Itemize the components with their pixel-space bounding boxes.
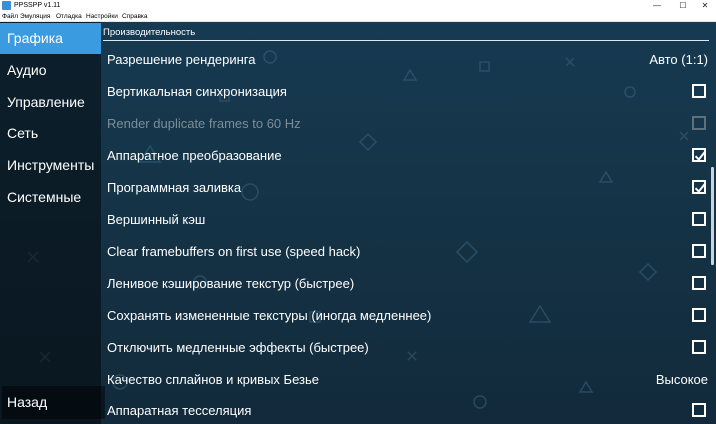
sidebar-item-audio[interactable]: Аудио (0, 55, 101, 86)
menu-emulation[interactable]: Эмуляция (20, 11, 50, 22)
checkbox (692, 116, 706, 130)
sidebar-item-controls[interactable]: Управление (0, 87, 101, 118)
scrollbar[interactable] (711, 167, 714, 265)
checkmark-icon (694, 183, 706, 193)
setting-value: Высокое (655, 372, 708, 387)
checkmark-icon (694, 151, 706, 161)
setting-render-duplicate-frames: Render duplicate frames to 60 Hz (103, 108, 711, 139)
section-divider (103, 40, 709, 41)
setting-hardware-tessellation[interactable]: Аппаратная тесселяция (103, 395, 711, 424)
settings-screen: Графика Аудио Управление Сеть Инструмент… (0, 22, 716, 424)
ppsspp-app-icon (2, 1, 11, 10)
menu-help[interactable]: Справка (122, 11, 148, 22)
title-bar: PPSSPP v1.11 — ☐ ✕ (0, 0, 716, 11)
setting-label: Clear framebuffers on first use (speed h… (107, 244, 361, 259)
setting-label: Аппаратное преобразование (107, 148, 282, 163)
setting-label: Render duplicate frames to 60 Hz (107, 116, 301, 131)
checkbox[interactable] (692, 340, 706, 354)
sidebar: Графика Аудио Управление Сеть Инструмент… (0, 22, 101, 424)
setting-disable-slow-effects[interactable]: Отключить медленные эффекты (быстрее) (103, 332, 711, 363)
setting-value: Авто (1:1) (649, 52, 708, 67)
setting-label: Программная заливка (107, 180, 242, 195)
menu-file[interactable]: Файл (2, 11, 18, 22)
checkbox[interactable] (692, 276, 706, 290)
setting-label: Разрешение рендеринга (107, 52, 256, 67)
setting-lazy-texture-caching[interactable]: Ленивое кэширование текстур (быстрее) (103, 268, 711, 299)
setting-vsync[interactable]: Вертикальная синхронизация (103, 76, 711, 107)
setting-label: Вершинный кэш (107, 212, 206, 227)
setting-label: Вертикальная синхронизация (107, 84, 287, 99)
sidebar-item-network[interactable]: Сеть (0, 118, 101, 149)
setting-label: Качество сплайнов и кривых Безье (107, 372, 319, 387)
setting-spline-bezier-quality[interactable]: Качество сплайнов и кривых Безье Высокое (103, 364, 711, 395)
checkbox[interactable] (692, 212, 706, 226)
back-button[interactable]: Назад (2, 386, 105, 419)
setting-vertex-cache[interactable]: Вершинный кэш (103, 204, 711, 235)
checkbox[interactable] (692, 308, 706, 322)
checkbox[interactable] (692, 403, 706, 417)
sidebar-item-graphics[interactable]: Графика (0, 23, 101, 54)
minimize-button[interactable]: — (646, 0, 668, 11)
setting-rendering-resolution[interactable]: Разрешение рендеринга Авто (1:1) (103, 44, 711, 75)
checkbox[interactable] (692, 244, 706, 258)
menu-bar: Файл Эмуляция Отладка Настройки Справка (0, 11, 716, 22)
checkbox[interactable] (692, 84, 706, 98)
sidebar-item-tools[interactable]: Инструменты (0, 150, 101, 181)
setting-label: Сохранять измененные текстуры (иногда ме… (107, 308, 432, 323)
section-title: Производительность (103, 27, 196, 38)
setting-label: Отключить медленные эффекты (быстрее) (107, 340, 369, 355)
close-button[interactable]: ✕ (694, 0, 716, 11)
maximize-button[interactable]: ☐ (672, 0, 694, 11)
setting-label: Аппаратная тесселяция (107, 403, 252, 418)
checkbox[interactable] (692, 148, 706, 162)
setting-clear-framebuffers[interactable]: Clear framebuffers on first use (speed h… (103, 236, 711, 267)
setting-software-skinning[interactable]: Программная заливка (103, 172, 711, 203)
sidebar-item-system[interactable]: Системные (0, 182, 101, 213)
window-title: PPSSPP v1.11 (14, 2, 61, 9)
setting-label: Ленивое кэширование текстур (быстрее) (107, 276, 355, 291)
checkbox[interactable] (692, 180, 706, 194)
setting-retain-changed-textures[interactable]: Сохранять измененные текстуры (иногда ме… (103, 300, 711, 331)
setting-hardware-transform[interactable]: Аппаратное преобразование (103, 140, 711, 171)
menu-debug[interactable]: Отладка (56, 11, 82, 22)
menu-settings[interactable]: Настройки (86, 11, 118, 22)
